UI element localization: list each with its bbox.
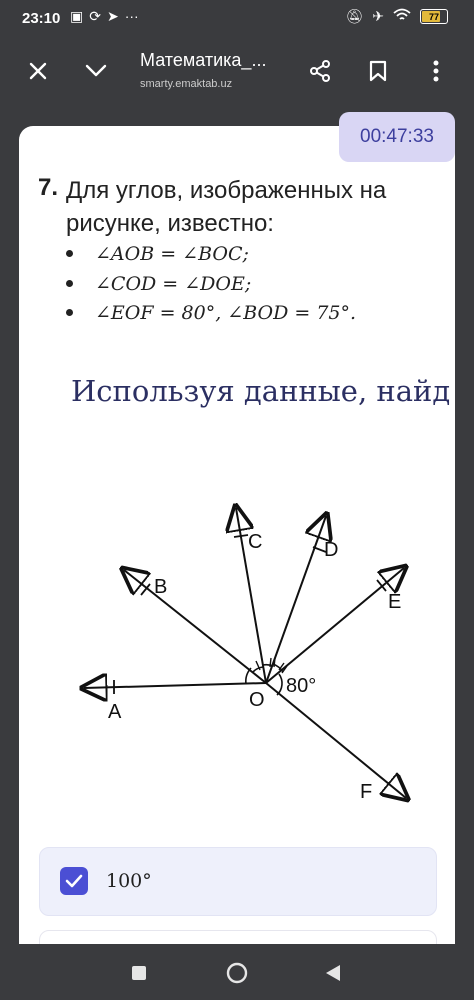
page-url: smarty.emaktab.uz — [140, 78, 233, 90]
tick-mark — [233, 534, 249, 538]
bookmark-icon[interactable] — [360, 53, 396, 89]
more-dots-icon: ··· — [124, 8, 139, 24]
chevron-down-icon[interactable] — [78, 53, 114, 89]
more-vert-icon[interactable] — [418, 53, 454, 89]
point-label-o: O — [249, 689, 265, 711]
angle-arc — [262, 663, 274, 667]
ray-b — [124, 570, 267, 684]
recents-icon[interactable] — [124, 958, 154, 988]
checkbox-checked[interactable] — [60, 867, 88, 895]
tick-mark — [269, 657, 272, 668]
status-left-icons: ▣ ⟳ ➤ ··· — [70, 8, 139, 25]
condition-item: ∠EOF = 80°, ∠BOD = 75°. — [66, 302, 356, 324]
battery-level: 77 — [428, 11, 439, 22]
mute-icon: 🔕︎ — [345, 8, 364, 24]
page-title: Математика_... — [140, 50, 267, 70]
status-right-icons: 🔕︎ ✈ 77 — [345, 8, 448, 25]
point-label-b: B — [154, 576, 167, 598]
point-label-a: A — [108, 701, 122, 723]
wifi-icon — [393, 8, 411, 25]
point-label-e: E — [388, 591, 401, 613]
angle-arc — [252, 666, 264, 673]
question-number: 7. — [38, 174, 59, 201]
point-label-f: F — [360, 781, 372, 803]
point-label-c: C — [248, 531, 262, 553]
ray-a — [84, 683, 267, 688]
bullet — [66, 279, 73, 287]
timer-badge: 00:47:33 — [339, 112, 455, 162]
app-bar: Математика_... smarty.emaktab.uz — [0, 38, 474, 104]
point-label-d: D — [324, 539, 338, 561]
condition-item: ∠COD = ∠DOE; — [66, 273, 251, 295]
condition-text: ∠EOF = 80°, ∠BOD = 75°. — [95, 302, 357, 324]
answer-option[interactable]: 100° — [39, 847, 437, 916]
status-bar: 23:10 ▣ ⟳ ➤ ··· 🔕︎ ✈ 77 — [0, 0, 474, 38]
airplane-icon: ✈ — [372, 8, 384, 24]
telegram-icon: ➤ — [106, 8, 119, 24]
instruction-text: Используя данные, найд — [71, 374, 451, 408]
sim-icon: ▣ — [70, 8, 84, 24]
sync-icon: ⟳ — [89, 8, 101, 24]
bullet — [66, 249, 73, 257]
system-nav-bar — [0, 944, 474, 1000]
condition-text: ∠AOB = ∠BOC; — [95, 243, 249, 265]
angle-value-label: 80° — [286, 675, 316, 697]
answer-label: 100° — [106, 870, 152, 892]
home-icon[interactable] — [222, 958, 252, 988]
tick-mark — [273, 657, 276, 668]
back-icon[interactable] — [318, 958, 348, 988]
bullet — [66, 308, 73, 316]
condition-text: ∠COD = ∠DOE; — [95, 273, 252, 295]
condition-item: ∠AOB = ∠BOC; — [66, 243, 249, 265]
status-time: 23:10 — [22, 10, 61, 27]
close-icon[interactable] — [20, 53, 56, 89]
check-icon — [65, 874, 83, 888]
ray-f — [265, 682, 406, 798]
angle-figure: A B C D E F O 80° — [70, 500, 430, 820]
battery-icon: 77 — [420, 9, 448, 24]
share-icon[interactable] — [302, 53, 338, 89]
question-text: Для углов, изображенных на рисунке, изве… — [66, 177, 387, 237]
